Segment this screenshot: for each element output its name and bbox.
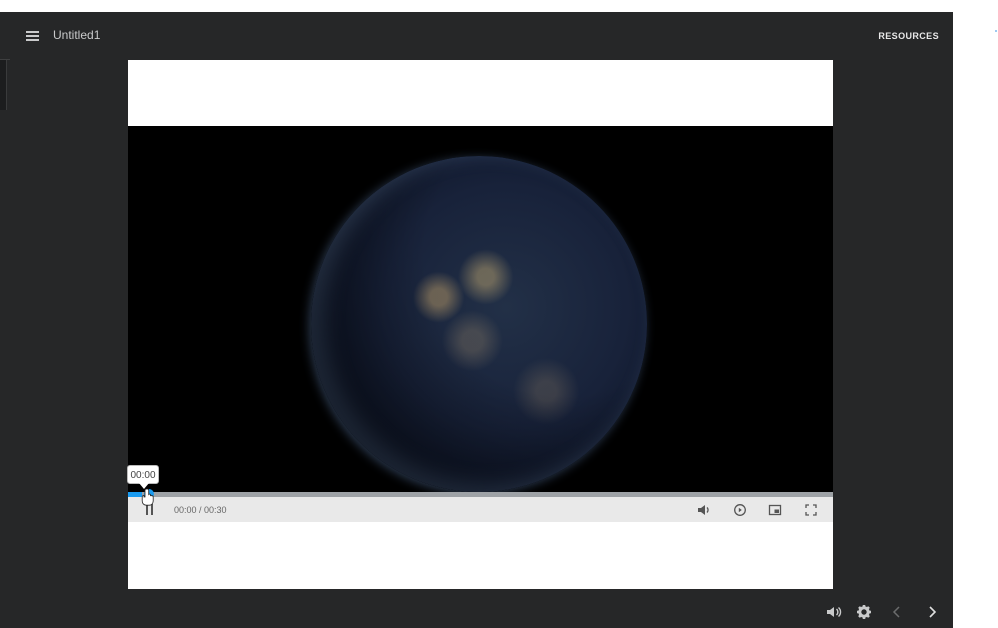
hamburger-icon[interactable]: [26, 31, 39, 41]
chevron-right-icon[interactable]: [924, 604, 940, 620]
volume-icon[interactable]: [697, 503, 711, 517]
top-bar: Untitled1 RESOURCES: [0, 12, 953, 60]
pip-icon[interactable]: [768, 503, 782, 517]
resources-button[interactable]: RESOURCES: [878, 31, 939, 41]
chevron-left-icon[interactable]: [889, 604, 905, 620]
slide-canvas: 00:00 / 00:30 00:00: [127, 60, 833, 589]
project-title: Untitled1: [53, 28, 101, 42]
window-edge-marker: [995, 30, 997, 32]
player-frame: Untitled1 RESOURCES 00:00 / 00:30 00:00: [0, 12, 953, 628]
time-tooltip: 00:00: [127, 465, 159, 489]
video-controls: 00:00 / 00:30: [128, 497, 833, 522]
time-display: 00:00 / 00:30: [174, 505, 227, 515]
earth-image: [311, 156, 647, 492]
playback-icon[interactable]: [733, 503, 747, 517]
volume-icon[interactable]: [826, 604, 842, 620]
gear-icon[interactable]: [856, 604, 872, 620]
hand-cursor-icon: [141, 488, 155, 506]
sidebar-edge[interactable]: [0, 60, 7, 110]
video-display[interactable]: [128, 126, 833, 492]
fullscreen-icon[interactable]: [804, 503, 818, 517]
